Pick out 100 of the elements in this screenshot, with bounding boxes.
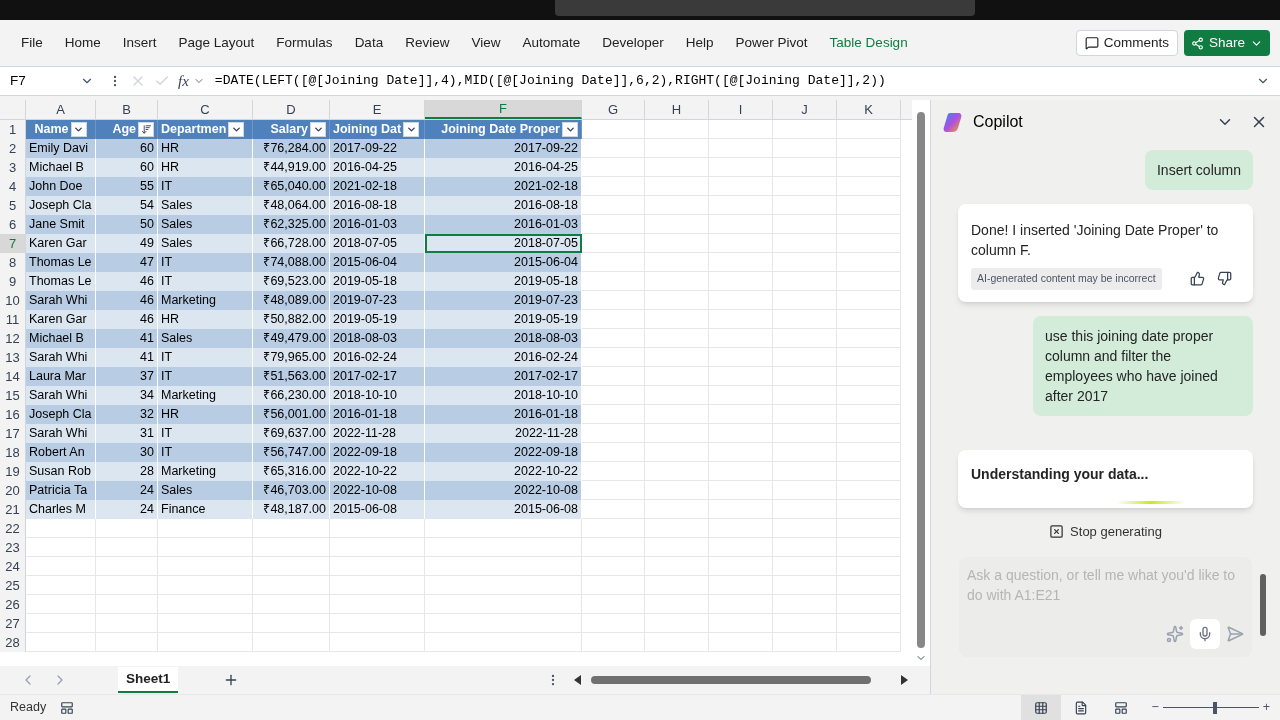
grid-cell[interactable] bbox=[253, 595, 330, 614]
grid-cell[interactable] bbox=[709, 177, 773, 196]
grid-cell[interactable] bbox=[645, 595, 709, 614]
grid-cell[interactable] bbox=[709, 215, 773, 234]
grid-cell[interactable] bbox=[425, 633, 582, 652]
grid-cell[interactable] bbox=[773, 234, 837, 253]
grid-cell[interactable] bbox=[837, 481, 901, 500]
grid-cell[interactable] bbox=[773, 519, 837, 538]
row-number[interactable]: 5 bbox=[0, 196, 26, 215]
formula-field[interactable]: =DATE(LEFT([@[Joining Date]],4),MID([@[Joining Date]],6,2),RIGHT([@[Joining Date]],2)) bbox=[214, 71, 1256, 91]
grid-cell[interactable] bbox=[645, 329, 709, 348]
row-number[interactable]: 25 bbox=[0, 576, 26, 595]
grid-cell[interactable] bbox=[582, 405, 645, 424]
column-header[interactable]: I bbox=[709, 100, 773, 119]
grid-cell[interactable] bbox=[773, 500, 837, 519]
column-header[interactable]: A bbox=[26, 100, 96, 119]
column-header[interactable]: B bbox=[96, 100, 158, 119]
row-number[interactable]: 23 bbox=[0, 538, 26, 557]
grid-cell[interactable] bbox=[645, 424, 709, 443]
microphone-button[interactable] bbox=[1190, 619, 1220, 650]
menu-tab[interactable]: File bbox=[10, 32, 54, 54]
grid-cell[interactable] bbox=[26, 557, 96, 576]
grid-cell[interactable] bbox=[645, 120, 709, 139]
grid-cell[interactable] bbox=[645, 538, 709, 557]
grid-cell[interactable] bbox=[425, 595, 582, 614]
row-number[interactable]: 18 bbox=[0, 443, 26, 462]
grid-cell[interactable] bbox=[709, 595, 773, 614]
grid-cell[interactable] bbox=[837, 424, 901, 443]
grid-cell[interactable] bbox=[26, 595, 96, 614]
grid-cell[interactable] bbox=[773, 633, 837, 652]
grid-cell[interactable] bbox=[645, 576, 709, 595]
grid-cell[interactable] bbox=[645, 291, 709, 310]
grid-cell[interactable] bbox=[709, 614, 773, 633]
grid-cell[interactable] bbox=[709, 557, 773, 576]
grid-cell[interactable] bbox=[645, 253, 709, 272]
grid-cell[interactable] bbox=[582, 443, 645, 462]
grid-cell[interactable] bbox=[773, 177, 837, 196]
grid-cell[interactable] bbox=[582, 462, 645, 481]
grid-cell[interactable] bbox=[773, 595, 837, 614]
grid-cell[interactable] bbox=[253, 576, 330, 595]
grid-cell[interactable] bbox=[645, 158, 709, 177]
row-number[interactable]: 12 bbox=[0, 329, 26, 348]
grid-cell[interactable] bbox=[645, 215, 709, 234]
grid-cell[interactable] bbox=[837, 633, 901, 652]
grid-cell[interactable] bbox=[330, 595, 425, 614]
grid-cell[interactable] bbox=[837, 443, 901, 462]
grid-cell[interactable] bbox=[96, 557, 158, 576]
row-number[interactable]: 1 bbox=[0, 120, 26, 139]
row-number[interactable]: 8 bbox=[0, 253, 26, 272]
grid-cell[interactable] bbox=[582, 348, 645, 367]
menu-tab[interactable]: Home bbox=[53, 32, 112, 54]
grid-cell[interactable] bbox=[158, 614, 253, 633]
grid-cell[interactable] bbox=[773, 272, 837, 291]
grid-cell[interactable] bbox=[837, 500, 901, 519]
grid-cell[interactable] bbox=[709, 538, 773, 557]
grid-cell[interactable] bbox=[709, 481, 773, 500]
scrollbar-thumb[interactable] bbox=[1260, 574, 1266, 636]
menu-tab[interactable]: Data bbox=[343, 32, 395, 54]
row-number[interactable]: 28 bbox=[0, 633, 26, 652]
grid-cell[interactable] bbox=[837, 348, 901, 367]
scroll-left-icon[interactable] bbox=[574, 675, 581, 685]
row-number[interactable]: 17 bbox=[0, 424, 26, 443]
grid-cell[interactable] bbox=[837, 538, 901, 557]
zoom-slider-thumb[interactable] bbox=[1213, 701, 1218, 714]
grid-cell[interactable] bbox=[709, 500, 773, 519]
row-number[interactable]: 11 bbox=[0, 310, 26, 329]
grid-cell[interactable] bbox=[709, 367, 773, 386]
column-header[interactable]: K bbox=[837, 100, 901, 119]
grid-cell[interactable] bbox=[709, 329, 773, 348]
grid-cell[interactable] bbox=[709, 424, 773, 443]
grid-cell[interactable] bbox=[158, 519, 253, 538]
column-header[interactable]: D bbox=[253, 100, 330, 119]
grid-cell[interactable] bbox=[582, 614, 645, 633]
grid-cell[interactable] bbox=[330, 633, 425, 652]
grid-cell[interactable] bbox=[773, 120, 837, 139]
row-number[interactable]: 26 bbox=[0, 595, 26, 614]
grid-cell[interactable] bbox=[582, 291, 645, 310]
prompt-guide-icon[interactable] bbox=[1166, 625, 1184, 644]
grid-cell[interactable] bbox=[709, 462, 773, 481]
grid-cell[interactable] bbox=[253, 557, 330, 576]
grid-cell[interactable] bbox=[582, 633, 645, 652]
grid-cell[interactable] bbox=[837, 519, 901, 538]
grid-cell[interactable] bbox=[645, 481, 709, 500]
grid-cell[interactable] bbox=[158, 557, 253, 576]
vertical-scrollbar-thumb[interactable] bbox=[917, 112, 925, 648]
grid-cell[interactable] bbox=[837, 158, 901, 177]
row-number[interactable]: 16 bbox=[0, 405, 26, 424]
grid-cell[interactable] bbox=[837, 253, 901, 272]
grid-cell[interactable] bbox=[773, 614, 837, 633]
grid-cell[interactable] bbox=[773, 462, 837, 481]
send-icon[interactable] bbox=[1226, 625, 1244, 644]
filter-dropdown-button[interactable] bbox=[403, 122, 420, 137]
zoom-out-button[interactable]: − bbox=[1151, 698, 1159, 717]
grid-cell[interactable] bbox=[582, 177, 645, 196]
grid-cell[interactable] bbox=[253, 519, 330, 538]
grid-cell[interactable] bbox=[158, 633, 253, 652]
thumbs-up-icon[interactable] bbox=[1190, 271, 1205, 287]
menu-tab[interactable]: Automate bbox=[511, 32, 592, 54]
grid-cell[interactable] bbox=[253, 538, 330, 557]
column-header[interactable]: H bbox=[645, 100, 709, 119]
